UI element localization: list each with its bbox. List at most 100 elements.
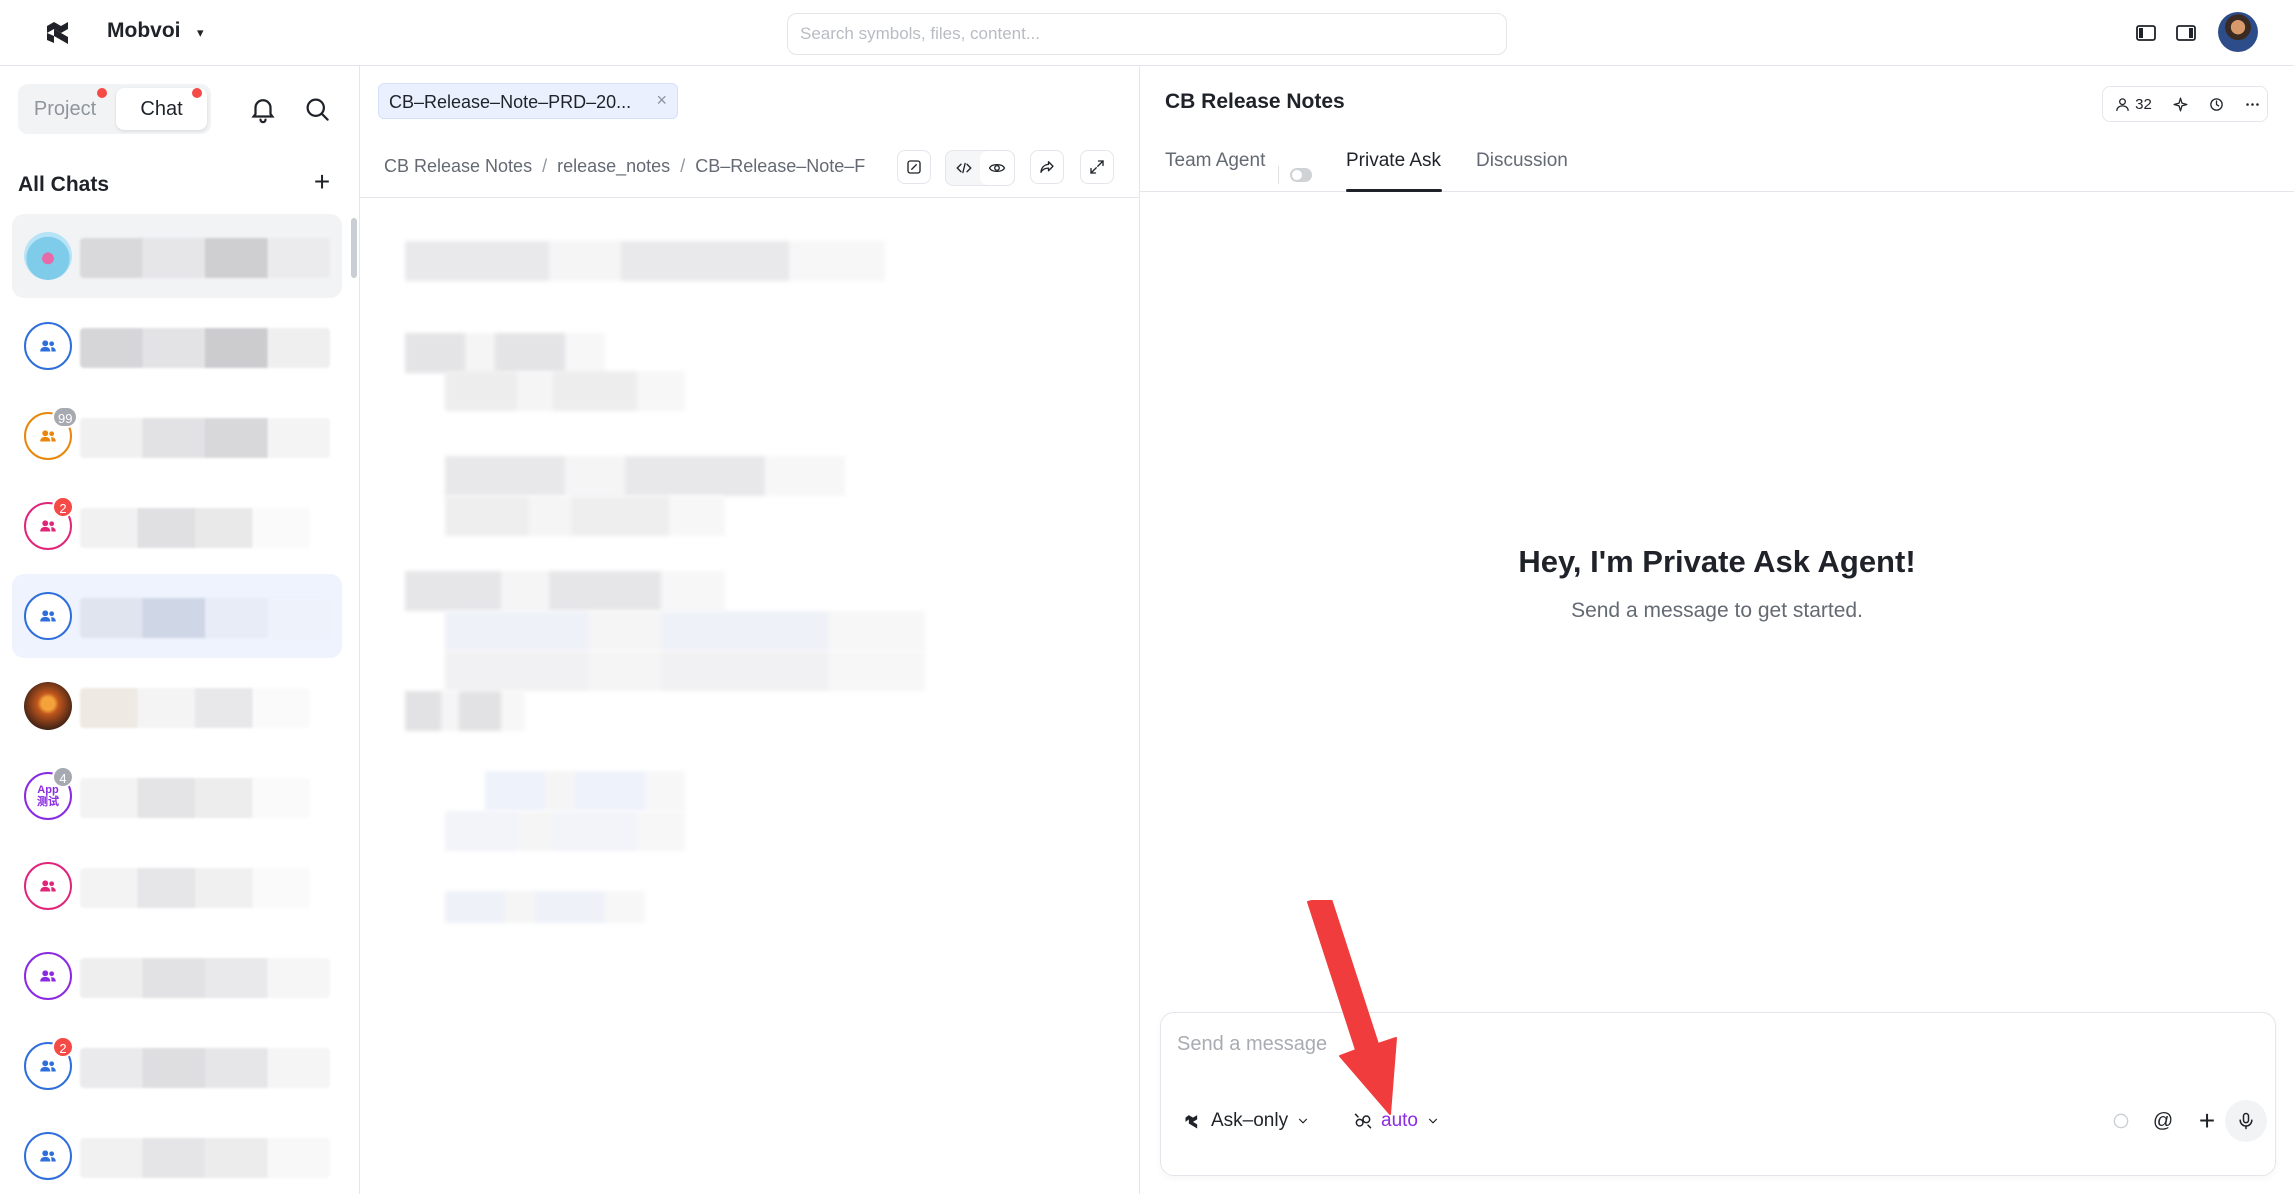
chat-sidebar: Project Chat All Chats + 99 2 App 测试 4 2 [0,66,360,1194]
microphone-icon [2239,1112,2253,1130]
attach-button[interactable]: + [2191,1105,2223,1137]
mode-label: Ask–only [1211,1110,1289,1131]
mobvoi-mode-icon [1185,1115,1198,1129]
unread-count-badge: 4 [52,766,74,788]
preview-button[interactable] [980,151,1014,185]
chat-list-item[interactable] [12,934,342,1018]
chat-list-item[interactable] [12,664,342,748]
chat-preview-redacted [80,778,310,818]
chat-list-item[interactable]: App 测试 4 [12,754,342,838]
chat-list-item[interactable]: 2 [12,1024,342,1108]
breadcrumb-separator: / [680,156,686,176]
breadcrumb-item-project[interactable]: CB Release Notes [384,156,532,176]
org-dropdown-caret-icon[interactable]: ▾ [197,25,204,41]
group-icon [40,1060,56,1072]
chat-list-item[interactable]: 99 [12,394,342,478]
tab-divider [1278,166,1279,184]
profile-photo-avatar [24,232,72,280]
toggle-left-panel-icon[interactable] [2134,21,2158,45]
group-icon [40,430,56,442]
group-icon [40,340,56,352]
more-horizontal-icon [2245,102,2259,106]
redacted-text-block [405,571,725,611]
model-auto-icon [1354,1113,1372,1129]
history-button[interactable] [2201,87,2231,121]
chat-list-item[interactable] [12,214,342,298]
sunset-photo-avatar [24,682,72,730]
chat-preview-redacted [80,1048,330,1088]
agent-panel: CB Release Notes 32 Team Agent Private A… [1140,66,2294,1194]
breadcrumb: CB Release Notes / release_notes / CB–Releas… [384,156,889,177]
redacted-text-block [485,771,685,811]
edit-button[interactable] [897,150,931,184]
group-icon [40,520,56,532]
eye-icon [988,163,1006,173]
view-mode-toggle [945,150,1015,186]
org-name[interactable]: Mobvoi [107,19,181,43]
tab-private-ask[interactable]: Private Ask [1346,150,1441,172]
group-avatar [24,862,72,910]
empty-state-subtitle: Send a message to get started. [1571,599,1863,622]
all-chats-heading: All Chats [18,173,110,196]
edit-icon [907,160,921,174]
redacted-text-block [445,456,845,496]
more-button[interactable] [2237,87,2267,121]
sparkle-button[interactable] [2165,87,2195,121]
user-avatar[interactable] [2218,12,2258,52]
unread-count-badge: 2 [52,496,74,518]
chat-list-item[interactable]: 2 [12,484,342,568]
redacted-text-block [445,371,685,411]
open-file-tab[interactable]: CB–Release–Note–PRD–20... × [378,83,678,119]
app-label-line: 测试 [37,796,59,808]
voice-input-button[interactable] [2225,1100,2267,1142]
model-selector[interactable]: auto [1345,1101,1448,1141]
tab-project[interactable]: Project [22,88,108,130]
expand-button[interactable] [1080,150,1114,184]
close-file-tab-icon[interactable]: × [656,90,667,111]
members-button[interactable]: 32 [2107,87,2159,121]
search-input[interactable] [788,14,1506,54]
group-avatar [24,592,72,640]
mention-button[interactable]: @ [2147,1105,2179,1137]
tab-team-agent[interactable]: Team Agent [1165,150,1265,172]
code-view-button[interactable] [947,151,981,185]
panel-actions: 32 [2102,86,2268,122]
notification-bell-icon[interactable] [248,94,278,124]
chat-preview-redacted [80,868,310,908]
chat-list-item[interactable] [12,1114,342,1194]
chat-preview-redacted [80,328,330,368]
expand-icon [1090,160,1104,174]
message-input[interactable] [1177,1033,2257,1073]
mobvoi-logo-icon[interactable] [44,16,78,50]
chat-preview-redacted [80,1138,330,1178]
breadcrumb-item-folder[interactable]: release_notes [557,156,670,176]
redacted-text-block [445,496,725,536]
breadcrumb-item-file[interactable]: CB–Release–Note–F [695,156,865,176]
redacted-text-block [405,691,525,731]
toggle-right-panel-icon[interactable] [2174,21,2198,45]
group-avatar [24,952,72,1000]
search-icon[interactable] [302,94,332,124]
chat-list-scrollbar[interactable] [351,218,357,278]
chat-list-item[interactable] [12,304,342,388]
top-bar: Mobvoi ▾ [0,0,2294,66]
group-icon [40,970,56,982]
active-tab-indicator [1346,189,1442,192]
status-circle-button[interactable] [2105,1105,2137,1137]
agent-tabs: Team Agent Private Ask Discussion [1140,138,2294,192]
empty-circle-icon [2113,1113,2129,1129]
tab-discussion[interactable]: Discussion [1476,150,1568,172]
team-agent-toggle[interactable] [1290,168,1312,182]
share-button[interactable] [1030,150,1064,184]
member-count: 32 [2135,95,2152,113]
chat-list-item[interactable] [12,574,342,658]
person-icon [2116,97,2129,111]
chat-preview-redacted [80,238,330,278]
mode-selector[interactable]: Ask–only [1175,1101,1318,1141]
add-chat-button[interactable]: + [308,168,336,198]
chat-list-item[interactable] [12,844,342,928]
global-search[interactable] [787,13,1507,55]
group-avatar [24,322,72,370]
clock-icon [2209,97,2223,111]
share-icon [1040,161,1054,173]
